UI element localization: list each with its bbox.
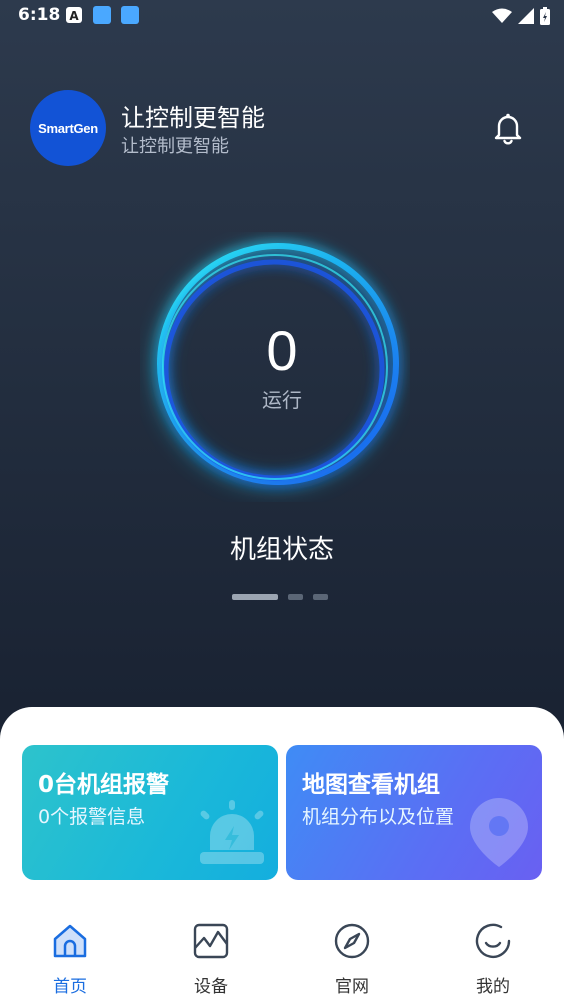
- map-card-subtitle: 机组分布以及位置: [302, 806, 455, 828]
- app-notification-icon: [93, 6, 111, 24]
- app-notification-icon: [121, 6, 139, 24]
- nav-label-devices: 设备: [194, 977, 228, 997]
- map-card-title: 地图查看机组: [302, 772, 440, 798]
- nav-label-website: 官网: [335, 977, 369, 997]
- signal-icon: [518, 8, 534, 24]
- status-time: 6:18: [18, 5, 61, 25]
- alarm-light-icon: [200, 800, 264, 864]
- nav-item-home[interactable]: 首页: [30, 912, 110, 1002]
- carousel-dot[interactable]: [288, 594, 303, 600]
- alarm-card[interactable]: 0台机组报警 0个报警信息: [22, 745, 278, 880]
- home-icon: [53, 924, 87, 958]
- map-card[interactable]: 地图查看机组 机组分布以及位置: [286, 745, 542, 880]
- notification-a-icon: A: [66, 7, 82, 23]
- section-title: 机组状态: [229, 535, 334, 565]
- running-label: 运行: [262, 388, 302, 412]
- alarm-card-title: 0台机组报警: [38, 772, 170, 798]
- map-pin-icon: [470, 798, 528, 867]
- carousel-dot[interactable]: [313, 594, 328, 600]
- alarm-card-subtitle: 0个报警信息: [38, 806, 146, 828]
- brand-logo-text: SmartGen: [38, 120, 98, 136]
- carousel-dot-active[interactable]: [232, 594, 278, 600]
- status-bar: 6:18 A: [0, 0, 564, 32]
- battery-icon: [540, 7, 550, 25]
- nav-item-mine[interactable]: 我的: [453, 912, 533, 1002]
- bottom-nav: 首页 设备 官网 我的: [0, 912, 564, 1002]
- bell-icon[interactable]: [490, 110, 526, 146]
- page-title: 让控制更智能: [121, 104, 265, 132]
- brand-logo: SmartGen: [30, 90, 106, 166]
- smile-icon: [475, 923, 511, 959]
- page-subtitle: 让控制更智能: [121, 136, 229, 157]
- wifi-icon: [492, 8, 512, 23]
- compass-icon: [334, 923, 370, 959]
- nav-label-home: 首页: [53, 977, 87, 997]
- nav-item-website[interactable]: 官网: [312, 912, 392, 1002]
- nav-label-mine: 我的: [476, 977, 510, 997]
- running-count: 0: [266, 319, 298, 382]
- nav-item-devices[interactable]: 设备: [171, 912, 251, 1002]
- system-icons: [492, 6, 550, 26]
- device-chart-icon: [193, 923, 229, 959]
